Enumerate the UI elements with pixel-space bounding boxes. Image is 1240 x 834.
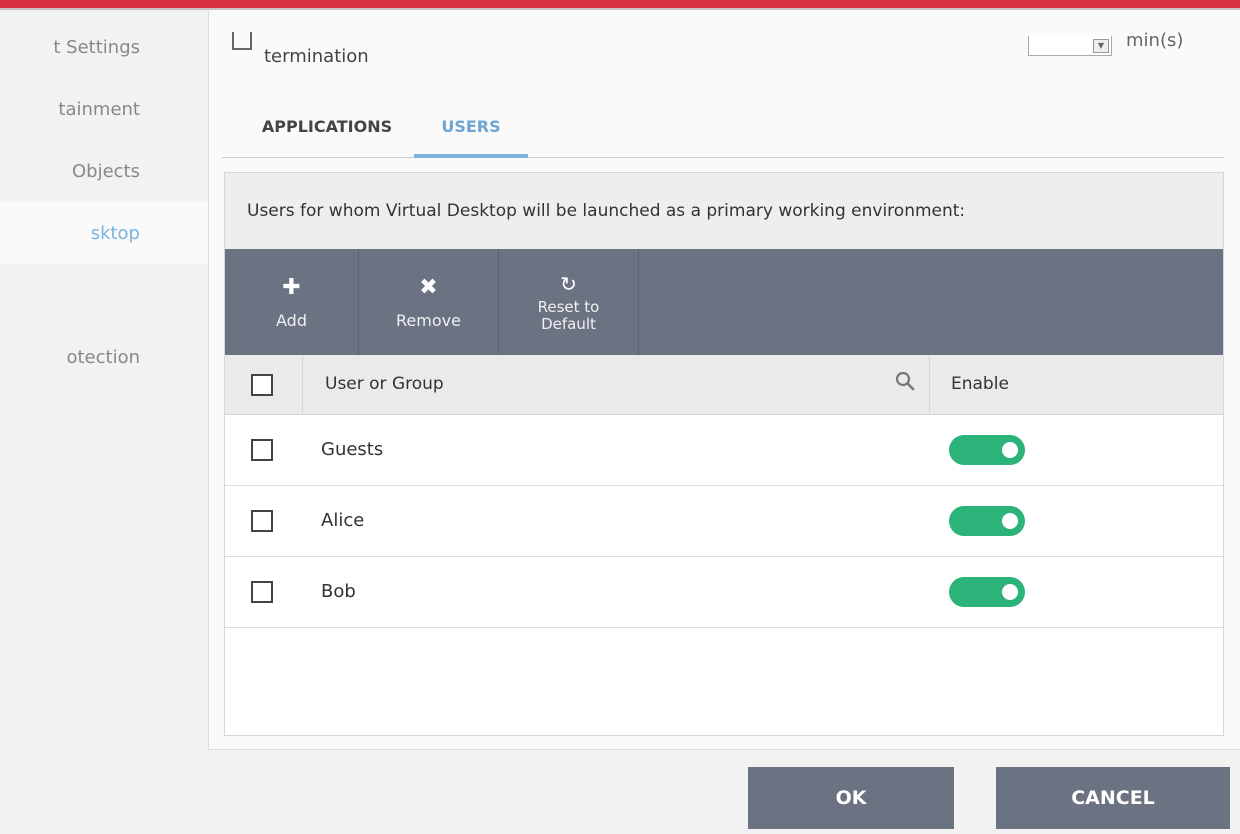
enable-toggle[interactable] xyxy=(949,435,1025,465)
tab-bar: APPLICATIONS USERS xyxy=(222,96,1224,158)
sidebar-item-label: tainment xyxy=(58,98,140,120)
sidebar-item-label: t Settings xyxy=(53,36,140,58)
spinner-down-arrow-icon[interactable]: ▼ xyxy=(1093,39,1109,53)
table-row: Bob xyxy=(225,557,1223,628)
row-user-name: Bob xyxy=(321,581,356,602)
sidebar-item-label: otection xyxy=(66,346,140,368)
ok-button[interactable]: OK xyxy=(748,767,954,829)
toggle-knob xyxy=(1002,513,1018,529)
select-all-cell xyxy=(225,355,303,415)
termination-label: termination xyxy=(264,46,369,67)
tab-applications[interactable]: APPLICATIONS xyxy=(238,96,416,156)
toggle-knob xyxy=(1002,442,1018,458)
table-header: User or Group Enable xyxy=(225,355,1223,415)
search-icon[interactable] xyxy=(895,371,915,391)
remove-label: Remove xyxy=(396,310,461,330)
sidebar-item-label: Objects xyxy=(71,160,140,182)
sidebar-item-objects[interactable]: Objects xyxy=(0,140,208,202)
sidebar-item-protection[interactable]: otection xyxy=(0,326,208,388)
row-user-name: Alice xyxy=(321,510,365,531)
spinner-unit-label: min(s) xyxy=(1126,30,1184,51)
users-description: Users for whom Virtual Desktop will be l… xyxy=(225,173,1223,249)
column-divider xyxy=(929,355,930,415)
sidebar: t Settings tainment Objects sktop otecti… xyxy=(0,10,208,750)
add-button[interactable]: ✚ Add xyxy=(225,249,359,355)
window-top-strip xyxy=(0,0,1240,26)
sidebar-item-label: sktop xyxy=(90,222,140,244)
row-checkbox[interactable] xyxy=(251,510,273,532)
enable-toggle[interactable] xyxy=(949,506,1025,536)
sidebar-item-containment[interactable]: tainment xyxy=(0,78,208,140)
plus-icon: ✚ xyxy=(282,274,301,300)
add-label: Add xyxy=(276,310,307,330)
tab-users[interactable]: USERS xyxy=(414,96,528,158)
reset-label: Reset to Default xyxy=(537,298,600,333)
select-all-checkbox[interactable] xyxy=(251,374,273,396)
cancel-button[interactable]: CANCEL xyxy=(996,767,1230,829)
users-toolbar: ✚ Add ✖ Remove ↻ Reset to Default xyxy=(225,249,1223,355)
table-row: Alice xyxy=(225,486,1223,557)
x-icon: ✖ xyxy=(419,274,438,300)
table-row: Guests xyxy=(225,415,1223,486)
toggle-knob xyxy=(1002,584,1018,600)
enable-toggle[interactable] xyxy=(949,577,1025,607)
minutes-spinner[interactable]: ▼ xyxy=(1028,36,1112,56)
sidebar-item-virtual-desktop[interactable]: sktop xyxy=(0,202,208,264)
sidebar-item-settings[interactable]: t Settings xyxy=(0,16,208,78)
reset-to-default-button[interactable]: ↻ Reset to Default xyxy=(499,249,639,355)
row-checkbox[interactable] xyxy=(251,439,273,461)
column-header-enable: Enable xyxy=(951,374,1009,394)
row-checkbox[interactable] xyxy=(251,581,273,603)
reset-arrow-icon: ↻ xyxy=(560,272,577,296)
column-header-user-or-group: User or Group xyxy=(325,374,444,394)
termination-checkbox[interactable] xyxy=(232,32,252,50)
remove-button[interactable]: ✖ Remove xyxy=(359,249,499,355)
row-user-name: Guests xyxy=(321,439,384,460)
users-box: Users for whom Virtual Desktop will be l… xyxy=(224,172,1224,736)
